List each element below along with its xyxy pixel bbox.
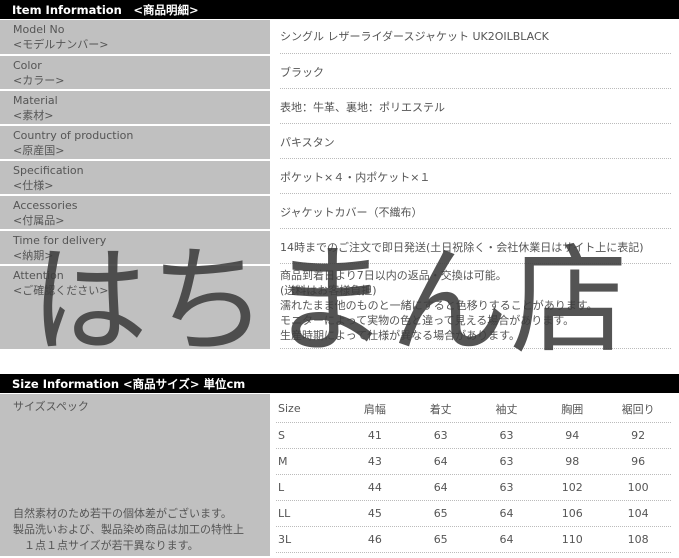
- value: 商品到着日より7日以内の返品・交換は可能。 (送料はお客様負担) 濡れたまま他の…: [280, 266, 671, 349]
- table-row: 3L 46 65 64 110 108: [276, 527, 671, 553]
- cell: 43: [367, 455, 382, 468]
- table-row: L 44 64 63 102 100: [276, 475, 671, 501]
- cell: L: [278, 481, 285, 494]
- value: 表地：牛革、裏地：ポリエステル: [280, 91, 671, 124]
- attention-line: 濡れたまま他のものと一緒にすると色移りすることがあります。: [280, 299, 598, 312]
- column-header: 胸囲: [561, 402, 584, 416]
- note-line: 自然素材のため若干の個体差がございます。: [13, 507, 232, 520]
- column-header: 着丈: [429, 402, 452, 416]
- label-jp: <付属品>: [13, 214, 65, 227]
- cell: 108: [627, 533, 649, 546]
- size-spec-label: サイズスペック: [13, 400, 89, 413]
- attention-line: (送料はお客様負担): [280, 284, 377, 297]
- cell: 65: [433, 507, 448, 520]
- note-line: １点１点サイズが若干異なります。: [13, 539, 199, 552]
- row-delivery: Time for delivery <納期> 14時までのご注文で即日発送(土日祝…: [0, 231, 679, 264]
- cell: 94: [565, 429, 580, 442]
- cell: 106: [561, 507, 583, 520]
- size-information-header: Size Information <商品サイズ> 単位cm: [0, 374, 679, 393]
- label-jp: <カラー>: [13, 74, 65, 87]
- column-header: 裾回り: [621, 402, 655, 416]
- cell: 100: [627, 481, 649, 494]
- label-en: Time for delivery: [13, 234, 107, 247]
- label-jp: <ご確認ください>: [13, 284, 109, 297]
- attention-line: 商品到着日より7日以内の返品・交換は可能。: [280, 269, 507, 282]
- label-jp: <モデルナンバー>: [13, 38, 109, 51]
- label-en: Color: [13, 59, 42, 72]
- cell: 46: [367, 533, 382, 546]
- label-jp: <仕様>: [13, 179, 54, 192]
- label-en: Material: [13, 94, 58, 107]
- column-header: 袖丈: [495, 402, 518, 416]
- value: ブラック: [280, 56, 671, 89]
- note-line: 製品洗いおよび、製品染め商品は加工の特性上: [13, 523, 244, 536]
- cell: 102: [561, 481, 583, 494]
- cell: 92: [631, 429, 646, 442]
- value: パキスタン: [280, 126, 671, 159]
- label-jp: <素材>: [13, 109, 54, 122]
- cell: 65: [433, 533, 448, 546]
- cell: 96: [631, 455, 646, 468]
- item-information-header: Item Information <商品明細>: [0, 0, 679, 19]
- row-material: Material <素材> 表地：牛革、裏地：ポリエステル: [0, 91, 679, 124]
- table-row: LL 45 65 64 106 104: [276, 501, 671, 527]
- cell: 98: [565, 455, 580, 468]
- size-table-header: Size 肩幅 着丈 袖丈 胸囲 裾回り: [276, 395, 671, 423]
- size-spec-panel: サイズスペック 自然素材のため若干の個体差がございます。 製品洗いおよび、製品染…: [0, 394, 270, 556]
- value: ポケット×４・内ポケット×１: [280, 161, 671, 194]
- attention-line: 生産時期によって仕様が異なる場合があります。: [280, 329, 521, 342]
- cell: 64: [499, 533, 514, 546]
- value: ジャケットカバー（不織布）: [280, 196, 671, 229]
- label-en: Model No: [13, 23, 65, 36]
- attention-line: モニターによって実物の色と違って見える場合があります。: [280, 314, 575, 327]
- value: シングル レザーライダースジャケット UK2OILBLACK: [280, 20, 671, 54]
- cell: 45: [367, 507, 382, 520]
- row-specification: Specification <仕様> ポケット×４・内ポケット×１: [0, 161, 679, 194]
- cell: 64: [499, 507, 514, 520]
- cell: M: [278, 455, 288, 468]
- label-en: Attention: [13, 269, 64, 282]
- label-en: Specification: [13, 164, 84, 177]
- label-jp: <原産国>: [13, 144, 65, 157]
- row-model-no: Model No <モデルナンバー> シングル レザーライダースジャケット UK2…: [0, 20, 679, 54]
- row-accessories: Accessories <付属品> ジャケットカバー（不織布）: [0, 196, 679, 229]
- cell: 63: [433, 429, 448, 442]
- cell: 64: [433, 481, 448, 494]
- table-row: M 43 64 63 98 96: [276, 449, 671, 475]
- cell: 3L: [278, 533, 292, 546]
- row-attention: Attention <ご確認ください> 商品到着日より7日以内の返品・交換は可能。…: [0, 266, 679, 349]
- cell: 63: [499, 481, 514, 494]
- value: 14時までのご注文で即日発送(土日祝除く・会社休業日はサイト上に表記): [280, 231, 671, 264]
- cell: 63: [499, 429, 514, 442]
- cell: S: [278, 429, 285, 442]
- cell: 104: [627, 507, 649, 520]
- label-jp: <納期>: [13, 249, 54, 262]
- cell: 41: [367, 429, 382, 442]
- label-en: Country of production: [13, 129, 134, 142]
- size-note: 自然素材のため若干の個体差がございます。 製品洗いおよび、製品染め商品は加工の特…: [13, 506, 244, 554]
- cell: 64: [433, 455, 448, 468]
- column-header: Size: [278, 402, 301, 415]
- cell: 110: [561, 533, 583, 546]
- size-table: Size 肩幅 着丈 袖丈 胸囲 裾回り S 41 63 63 94 92 M 43 64 63 98 96 …: [276, 395, 671, 553]
- cell: 63: [499, 455, 514, 468]
- cell: 44: [367, 481, 382, 494]
- column-header: 肩幅: [363, 402, 386, 416]
- row-country: Country of production <原産国> パキスタン: [0, 126, 679, 159]
- table-row: S 41 63 63 94 92: [276, 423, 671, 449]
- label-en: Accessories: [13, 199, 78, 212]
- row-color: Color <カラー> ブラック: [0, 56, 679, 89]
- cell: LL: [278, 507, 291, 520]
